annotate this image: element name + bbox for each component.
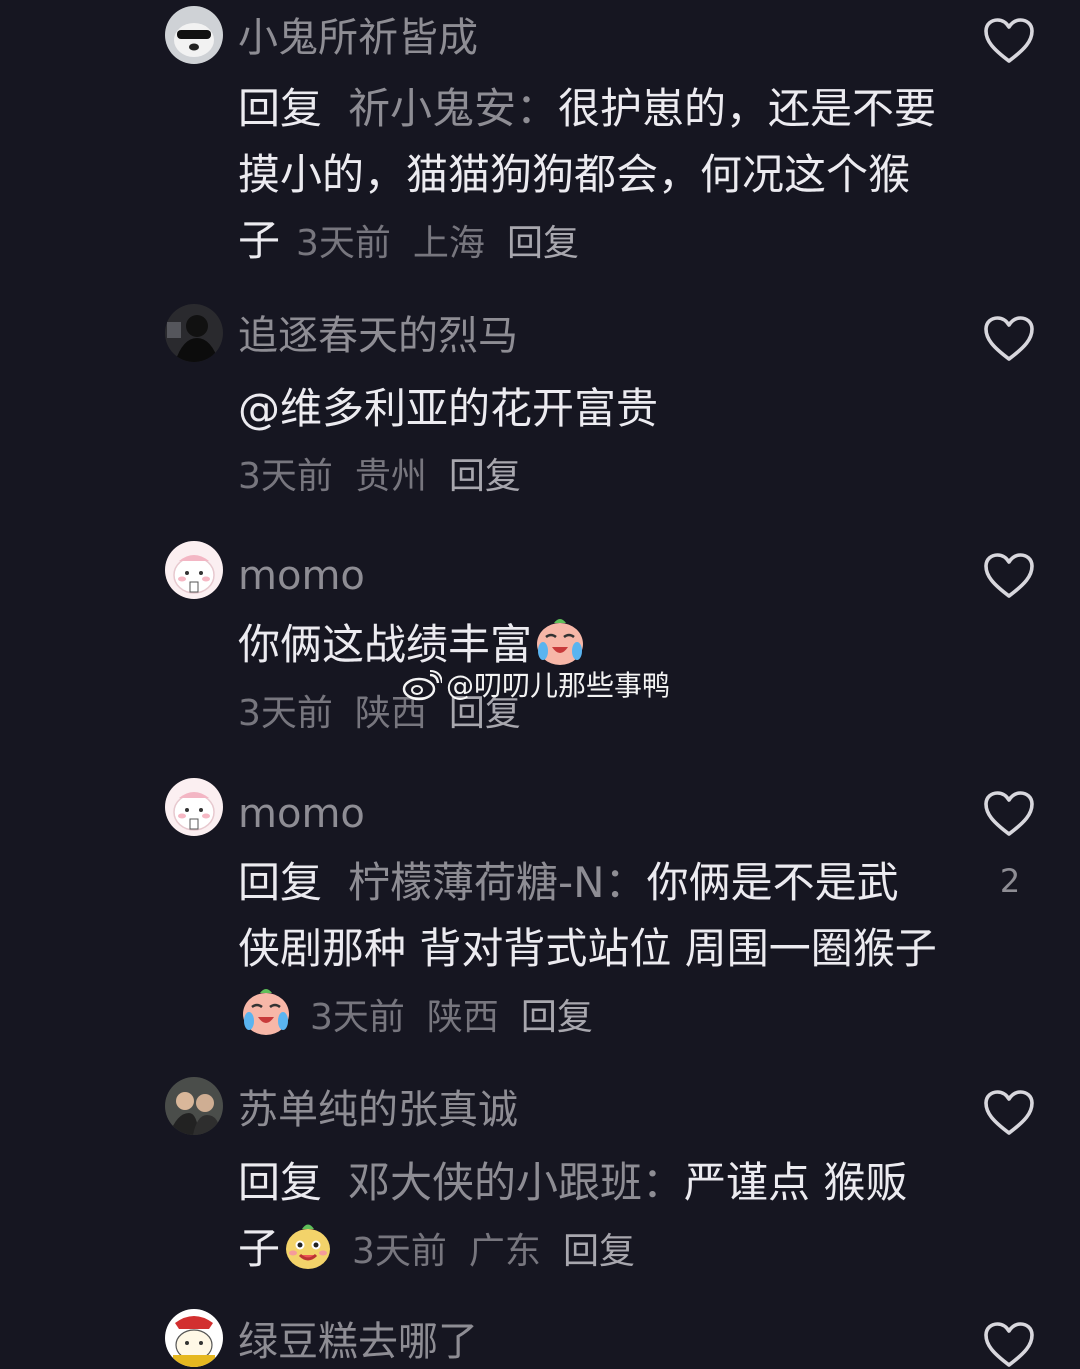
user-avatar[interactable]: [165, 304, 223, 362]
comment-username[interactable]: 小鬼所祈皆成: [238, 18, 478, 58]
heart-outline-icon[interactable]: [983, 315, 1035, 363]
heart-outline-icon[interactable]: [983, 17, 1035, 65]
user-avatar[interactable]: [165, 541, 223, 599]
watermark: @叨叨儿那些事鸭: [402, 668, 670, 704]
comment-location: 贵州: [354, 456, 427, 497]
reply-target-user[interactable]: 柠檬薄荷糖-N：: [348, 858, 647, 907]
comment-body: @维多利亚的花开富贵: [238, 376, 938, 442]
heart-outline-icon[interactable]: [983, 1089, 1035, 1137]
comment-text: 你俩这战绩丰富: [238, 620, 533, 669]
avatar-cartoon-icon: [165, 778, 223, 836]
comment-body: 回复 邓大侠的小跟班：严谨点 猴贩子 3天前 广东 回复: [238, 1150, 938, 1285]
avatar-dog-icon: [165, 6, 223, 64]
comment-meta: 3天前 上海 回复: [296, 223, 601, 264]
comment-username[interactable]: 绿豆糕去哪了: [238, 1322, 478, 1362]
user-avatar[interactable]: [165, 1309, 223, 1367]
watermark-text: @叨叨儿那些事鸭: [446, 669, 671, 702]
comment-username[interactable]: momo: [238, 794, 365, 834]
comment-location: 陕西: [426, 997, 499, 1038]
comment-time: 3天前: [310, 997, 405, 1038]
user-avatar[interactable]: [165, 778, 223, 836]
user-avatar[interactable]: [165, 1077, 223, 1135]
comment-username[interactable]: momo: [238, 556, 365, 596]
like-count: 2: [999, 862, 1021, 900]
comment-username[interactable]: 追逐春天的烈马: [238, 316, 518, 356]
comment-meta: 3天前 广东 回复: [352, 1231, 657, 1272]
reply-label: 回复: [238, 1158, 323, 1207]
crying-laughing-emoji-icon: [532, 613, 588, 669]
reply-label: 回复: [238, 84, 323, 133]
reply-button[interactable]: 回复: [507, 223, 579, 264]
avatar-dark-photo-icon: [165, 304, 223, 362]
mention-link[interactable]: @维多利亚的花开富贵: [238, 384, 658, 433]
weibo-logo-icon: [402, 670, 442, 701]
avatar-cartoon-icon: [165, 541, 223, 599]
reply-target-user[interactable]: 祈小鬼安：: [348, 84, 558, 133]
comment-location: 广东: [468, 1231, 541, 1272]
comment-time: 3天前: [238, 456, 333, 497]
heart-outline-icon[interactable]: [983, 552, 1035, 600]
heart-outline-icon[interactable]: [983, 790, 1035, 838]
heart-outline-icon[interactable]: [983, 1321, 1035, 1369]
reply-button[interactable]: 回复: [449, 456, 521, 497]
user-avatar[interactable]: [165, 6, 223, 64]
grinning-emoji-icon: [280, 1217, 336, 1273]
reply-label: 回复: [238, 858, 323, 907]
reply-button[interactable]: 回复: [563, 1231, 635, 1272]
avatar-photo-icon: [165, 1077, 223, 1135]
crying-laughing-emoji-icon: [238, 983, 294, 1039]
comment-username[interactable]: 苏单纯的张真诚: [238, 1090, 518, 1130]
avatar-cartoon-cat-icon: [165, 1309, 223, 1367]
comment-time: 3天前: [352, 1231, 447, 1272]
comment-body: 回复 柠檬薄荷糖-N：你俩是不是武侠剧那种 背对背式站位 周围一圈猴子3天前 陕西回…: [238, 850, 938, 1051]
reply-target-user[interactable]: 邓大侠的小跟班：: [348, 1158, 684, 1207]
comment-time: 3天前: [238, 693, 333, 734]
comment-meta: 3天前 贵州 回复: [238, 459, 543, 495]
comment-body: 回复 祈小鬼安：很护崽的，还是不要摸小的，猫猫狗狗都会，何况这个猴子 3天前 上海 回复: [238, 76, 938, 277]
comment-location: 上海: [412, 223, 485, 264]
reply-button[interactable]: 回复: [521, 997, 593, 1038]
comment-meta: 3天前 陕西 回复: [310, 997, 615, 1038]
comment-time: 3天前: [296, 223, 391, 264]
